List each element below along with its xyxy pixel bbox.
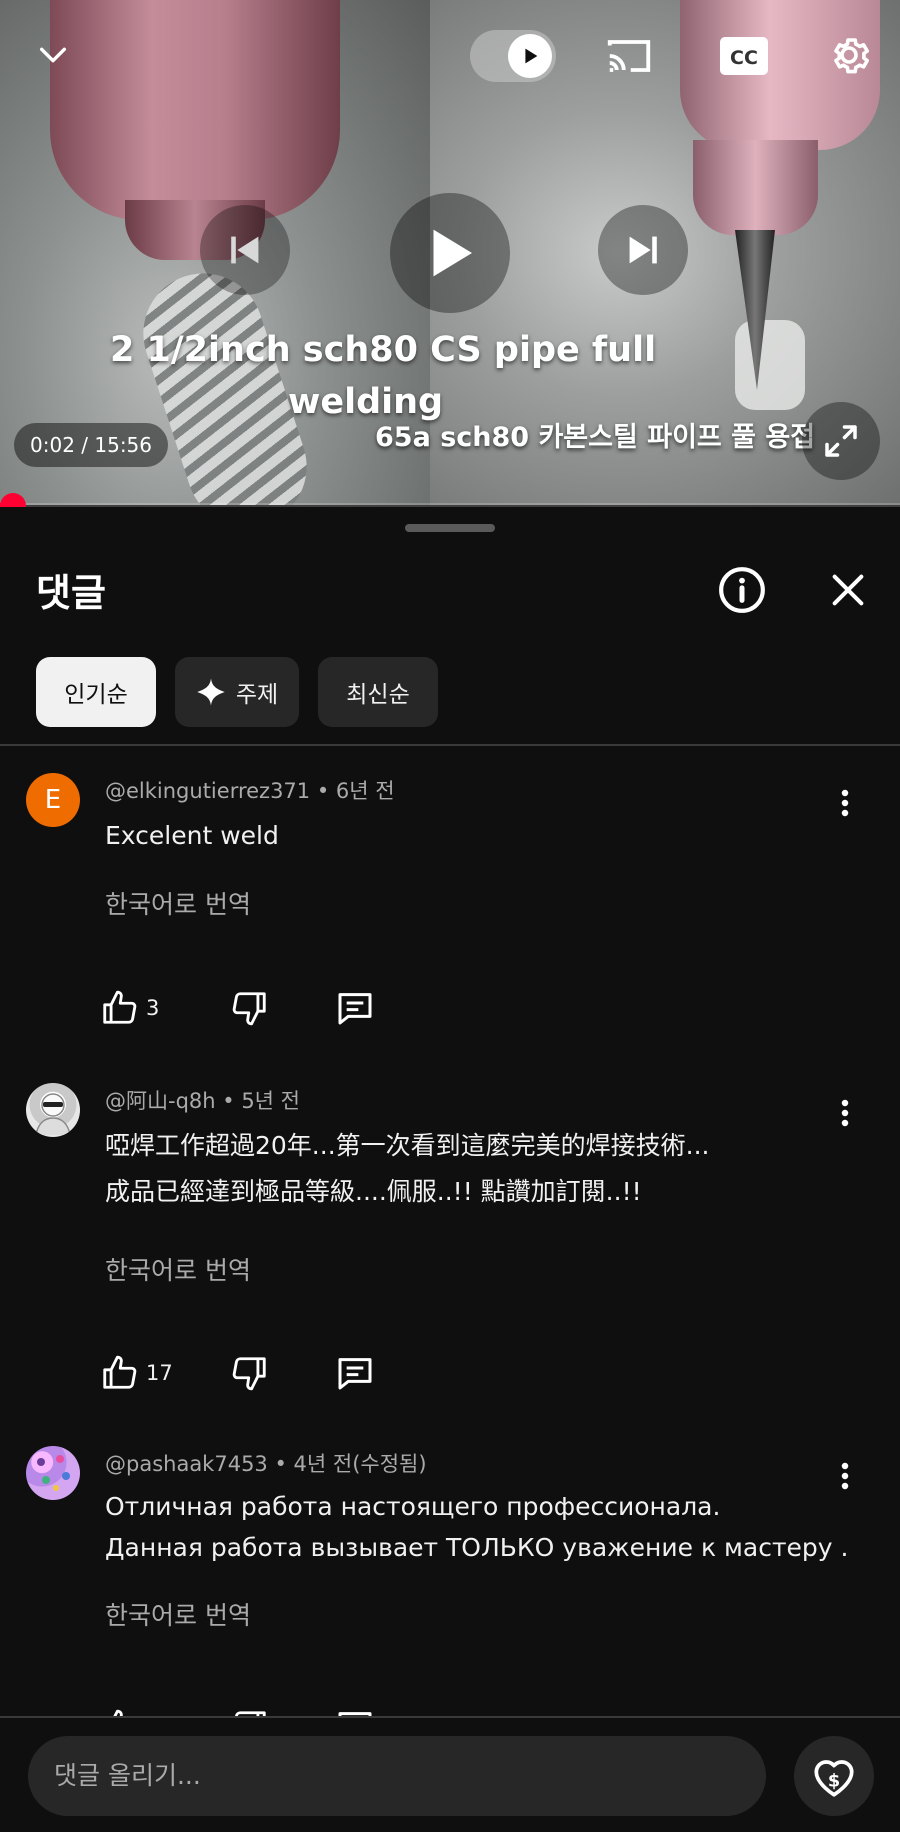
- chip-popular[interactable]: 인기순: [36, 657, 156, 727]
- avatar[interactable]: [26, 1446, 80, 1500]
- close-button[interactable]: [818, 560, 878, 620]
- comment-actions: 3: [100, 983, 400, 1033]
- thumbs-down-icon: [232, 1357, 266, 1391]
- comment-item: @pashaak7453 • 4년 전(수정됨) Отличная работа…: [0, 1446, 900, 1745]
- comments-title: 댓글: [36, 571, 106, 615]
- more-vertical-icon: [841, 1099, 849, 1127]
- dislike-button[interactable]: [225, 1348, 275, 1398]
- comment-line: 成品已經達到極品等級....佩服..!! 點讚加訂閱..!!: [105, 1177, 642, 1206]
- thumbs-up-icon: [103, 1355, 137, 1389]
- torch-neck-right: [693, 140, 818, 235]
- chevron-down-icon: [39, 47, 67, 63]
- comment-input[interactable]: 댓글 올리기...: [28, 1736, 766, 1816]
- skip-next-icon: [629, 236, 657, 264]
- fullscreen-icon: [825, 425, 857, 457]
- captions-button[interactable]: CC: [715, 30, 773, 82]
- reply-button[interactable]: [330, 983, 380, 1033]
- more-options-button[interactable]: [830, 1093, 860, 1133]
- fullscreen-button[interactable]: [802, 402, 880, 480]
- play-icon: [433, 229, 472, 277]
- skip-previous-icon: [231, 236, 259, 264]
- translate-link[interactable]: 한국어로 번역: [105, 885, 251, 921]
- avatar[interactable]: E: [26, 773, 80, 827]
- time-display: 0:02 / 15:56: [14, 423, 169, 467]
- like-count: 17: [146, 1361, 173, 1385]
- thumbs-up-icon: [103, 990, 137, 1024]
- info-icon: [719, 567, 765, 613]
- comment-text: Excelent weld: [105, 813, 279, 859]
- like-button[interactable]: 3: [100, 983, 159, 1033]
- video-player[interactable]: CC 2 1/2inch sch80 CS pipe full welding …: [0, 0, 900, 505]
- video-subtitle: 65a sch80 카본스틸 파이프 풀 용접: [375, 422, 816, 453]
- svg-text:$: $: [828, 1771, 840, 1791]
- comment-composer: 댓글 올리기... $: [0, 1716, 900, 1832]
- comment-text: Отличная работа настоящего профессионала…: [105, 1486, 848, 1568]
- minimize-button[interactable]: [28, 30, 78, 80]
- more-options-button[interactable]: [830, 783, 860, 823]
- divider: [0, 744, 900, 746]
- chip-topic[interactable]: 주제: [175, 657, 299, 727]
- avatar-letter: E: [44, 785, 62, 815]
- translate-link[interactable]: 한국어로 번역: [105, 1251, 251, 1287]
- weld-pool-right: [735, 320, 805, 410]
- torch-cup-left: [50, 0, 340, 220]
- like-count: 3: [146, 996, 160, 1020]
- comment-item: E @elkingutierrez371 • 6년 전 Excelent wel…: [0, 773, 900, 1073]
- comments-sheet: 댓글 인기순 주제 최신순 E @elkingutierrez371 • 6년 …: [0, 507, 900, 1832]
- thumbs-down-icon: [232, 992, 266, 1026]
- play-icon: [525, 48, 538, 64]
- cc-icon: CC: [720, 37, 768, 75]
- more-vertical-icon: [841, 789, 849, 817]
- cast-button[interactable]: [600, 30, 658, 82]
- autoplay-knob: [508, 34, 552, 78]
- cc-icon-text: CC: [730, 47, 758, 69]
- comment-line: Данная работа вызывает ТОЛЬКО уважение к…: [105, 1533, 849, 1562]
- next-button[interactable]: [598, 205, 688, 295]
- comment-meta[interactable]: @elkingutierrez371 • 6년 전: [105, 775, 395, 805]
- comment-icon: [338, 1358, 372, 1390]
- comment-line: Отличная работа настоящего профессионала…: [105, 1492, 721, 1521]
- video-title-line1: 2 1/2inch sch80 CS pipe full: [110, 330, 657, 370]
- chip-label: 주제: [235, 682, 279, 708]
- avatar-person-icon: [35, 1093, 71, 1136]
- chip-label: 최신순: [346, 682, 410, 708]
- chip-newest[interactable]: 최신순: [318, 657, 438, 727]
- chip-label: 인기순: [64, 682, 128, 708]
- info-button[interactable]: [712, 560, 772, 620]
- comment-item: @阿山-q8h • 5년 전 啞焊工作超過20年...第一次看到這麼完美的焊接技…: [0, 1083, 900, 1413]
- autoplay-toggle[interactable]: [470, 30, 556, 82]
- previous-button[interactable]: [200, 205, 290, 295]
- comment-line: Excelent weld: [105, 821, 279, 850]
- avatar[interactable]: [26, 1083, 80, 1137]
- dislike-button[interactable]: [225, 983, 275, 1033]
- translate-link[interactable]: 한국어로 번역: [105, 1596, 251, 1632]
- comment-icon: [338, 993, 372, 1025]
- like-button[interactable]: 17: [100, 1348, 173, 1398]
- comment-text: 啞焊工作超過20年...第一次看到這麼完美的焊接技術... 成品已經達到極品等級…: [105, 1123, 710, 1215]
- comment-line: 啞焊工作超過20年...第一次看到這麼完美的焊接技術...: [105, 1131, 710, 1160]
- avatar-pattern-icon: [37, 1455, 70, 1491]
- reply-button[interactable]: [330, 1348, 380, 1398]
- close-icon: [832, 574, 864, 606]
- cast-icon: [607, 40, 651, 72]
- gear-icon: [834, 38, 869, 74]
- comment-meta[interactable]: @pashaak7453 • 4년 전(수정됨): [105, 1448, 427, 1478]
- comment-actions: 17: [100, 1348, 400, 1398]
- settings-button[interactable]: [820, 26, 878, 84]
- super-thanks-button[interactable]: $: [794, 1736, 874, 1816]
- play-button[interactable]: [390, 193, 510, 313]
- drag-handle[interactable]: [405, 524, 495, 532]
- heart-dollar-icon: $: [814, 1760, 854, 1797]
- comment-meta[interactable]: @阿山-q8h • 5년 전: [105, 1085, 300, 1115]
- sparkle-icon: [197, 678, 225, 706]
